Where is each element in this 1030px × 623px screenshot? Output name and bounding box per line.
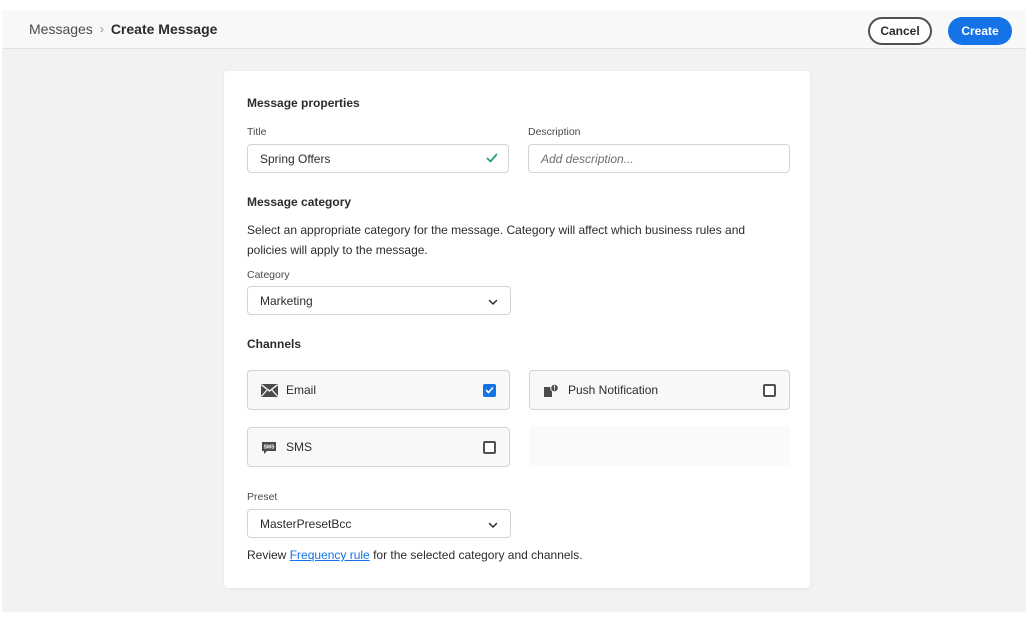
review-suffix: for the selected category and channels.	[369, 548, 583, 562]
channel-sms-card[interactable]: SMS SMS	[247, 427, 510, 467]
channel-push-notification-card[interactable]: Push Notification	[529, 370, 790, 410]
channels-heading: Channels	[247, 337, 302, 351]
channel-placeholder-slot	[529, 426, 790, 466]
svg-text:SMS: SMS	[264, 445, 276, 451]
push-notification-icon	[543, 383, 559, 401]
breadcrumb-current-page: Create Message	[110, 21, 218, 37]
category-dropdown[interactable]: Marketing	[247, 286, 511, 315]
message-form-card: Message properties Title Spring Offers D…	[224, 71, 810, 588]
title-value: Spring Offers	[260, 151, 331, 166]
frequency-rule-link[interactable]: Frequency rule	[290, 548, 370, 562]
preset-dropdown[interactable]: MasterPresetBcc	[247, 509, 511, 538]
channel-email-card[interactable]: Email	[247, 370, 510, 410]
description-input[interactable]: Add description...	[528, 144, 790, 173]
title-label: Title	[247, 126, 267, 138]
message-category-heading: Message category	[247, 195, 352, 209]
sms-checkbox[interactable]	[483, 441, 496, 454]
review-frequency-text: Review Frequency rule for the selected c…	[247, 548, 583, 562]
channel-push-notification-label: Push Notification	[568, 383, 659, 397]
category-value: Marketing	[260, 293, 313, 308]
title-input[interactable]: Spring Offers	[247, 144, 509, 173]
message-category-description: Select an appropriate category for the m…	[247, 223, 746, 257]
email-checkbox[interactable]	[483, 384, 496, 397]
valid-check-icon	[486, 152, 498, 167]
channel-email-label: Email	[286, 383, 317, 397]
message-properties-heading: Message properties	[247, 96, 360, 110]
chevron-down-icon	[488, 519, 498, 533]
description-label: Description	[528, 126, 581, 138]
chevron-down-icon	[488, 296, 498, 310]
category-label: Category	[247, 269, 290, 281]
channel-sms-label: SMS	[286, 440, 313, 454]
push-notification-checkbox[interactable]	[763, 384, 776, 397]
cancel-button[interactable]: Cancel	[868, 17, 932, 45]
description-placeholder: Add description...	[541, 151, 634, 166]
create-button[interactable]: Create	[948, 17, 1012, 45]
sms-icon: SMS	[261, 441, 277, 458]
preset-value: MasterPresetBcc	[260, 516, 352, 531]
preset-label: Preset	[247, 491, 278, 503]
breadcrumb-separator: ›	[99, 22, 104, 36]
page: Messages › Create Message Cancel Create …	[2, 10, 1026, 612]
review-prefix: Review	[247, 548, 290, 562]
envelope-icon	[261, 384, 278, 400]
breadcrumb: Messages › Create Message	[29, 21, 217, 37]
header-bar: Messages › Create Message Cancel Create	[2, 10, 1026, 49]
breadcrumb-messages-link[interactable]: Messages	[29, 21, 93, 37]
